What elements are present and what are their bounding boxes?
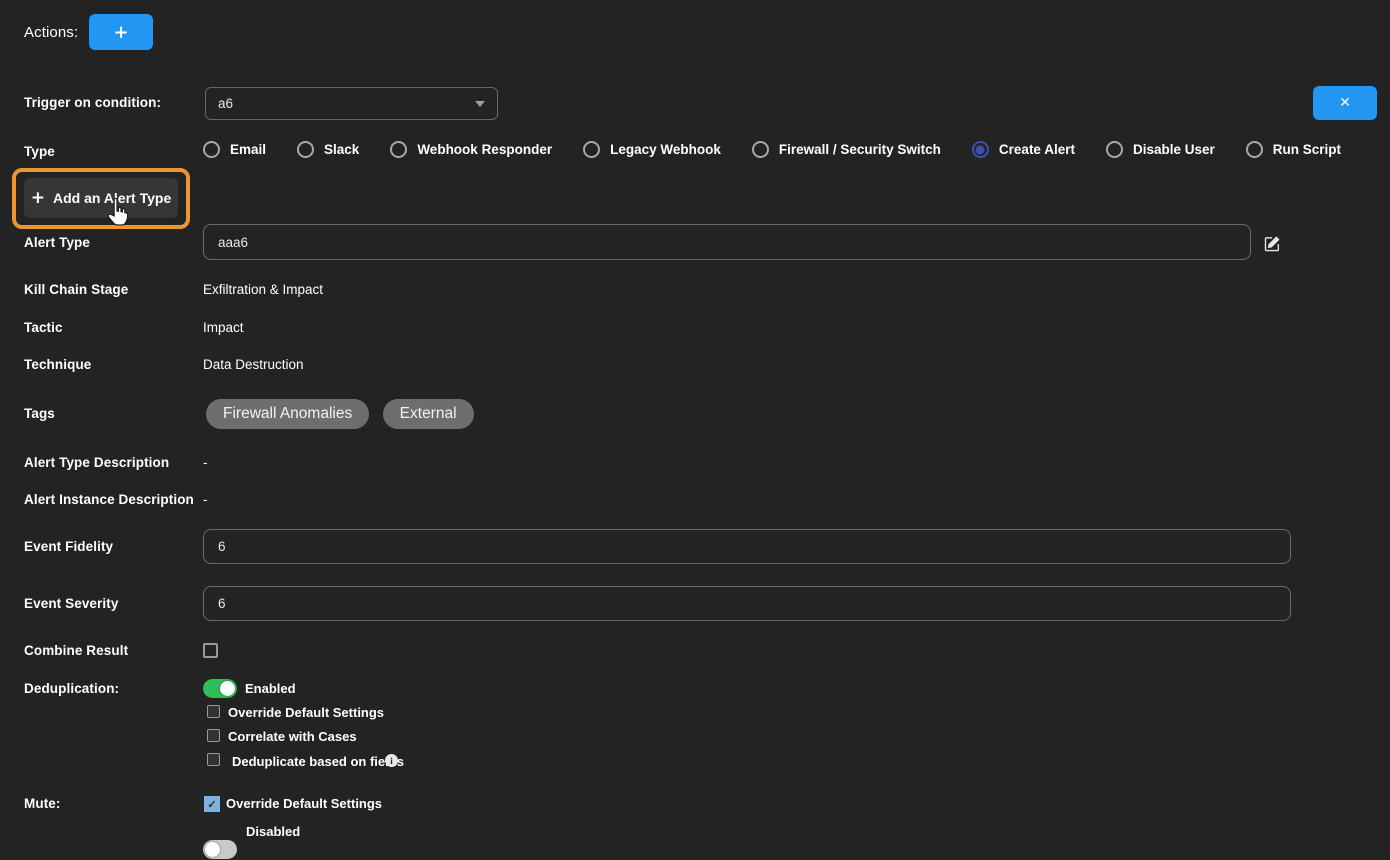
trigger-condition-select[interactable]: a6 — [205, 87, 498, 120]
alert-instance-description-label: Alert Instance Description — [24, 492, 194, 507]
info-icon[interactable]: i — [385, 754, 398, 767]
event-severity-input[interactable] — [203, 586, 1291, 621]
trigger-condition-label: Trigger on condition: — [24, 95, 161, 110]
radio-icon — [203, 141, 220, 158]
tags-list: Firewall Anomalies External — [206, 399, 483, 429]
actions-label: Actions: — [24, 24, 78, 41]
plus-icon: + — [113, 22, 128, 43]
trigger-condition-value: a6 — [218, 96, 233, 111]
type-radio-run-script[interactable]: Run Script — [1246, 141, 1341, 158]
hand-cursor-icon — [104, 197, 131, 227]
chevron-down-icon — [475, 101, 485, 107]
combine-result-label: Combine Result — [24, 643, 128, 658]
type-radio-create-alert[interactable]: Create Alert — [972, 141, 1075, 158]
type-label: Type — [24, 144, 55, 159]
tactic-value: Impact — [203, 320, 244, 335]
event-fidelity-label: Event Fidelity — [24, 539, 113, 554]
alert-type-description-label: Alert Type Description — [24, 455, 169, 470]
alert-type-input[interactable] — [203, 224, 1251, 260]
alert-instance-description-value: - — [203, 492, 208, 507]
kill-chain-stage-label: Kill Chain Stage — [24, 282, 128, 297]
check-icon: ✓ — [207, 798, 216, 811]
deduplication-label: Deduplication: — [24, 681, 119, 696]
radio-icon — [1246, 141, 1263, 158]
type-radio-webhook-responder[interactable]: Webhook Responder — [390, 141, 552, 158]
mute-toggle[interactable] — [203, 840, 237, 859]
radio-icon — [752, 141, 769, 158]
alert-action-config-panel: Actions: + Trigger on condition: a6 ✕ Ty… — [0, 0, 1390, 860]
radio-selected-icon — [972, 141, 989, 158]
mute-override-default-label: Override Default Settings — [226, 796, 382, 811]
tag-pill[interactable]: Firewall Anomalies — [206, 399, 369, 429]
tactic-label: Tactic — [24, 320, 63, 335]
close-icon: ✕ — [1339, 95, 1351, 111]
type-radio-legacy-webhook[interactable]: Legacy Webhook — [583, 141, 721, 158]
dedup-correlate-cases-checkbox[interactable] — [207, 729, 220, 742]
mute-override-default-checkbox[interactable]: ✓ — [204, 796, 220, 812]
type-radio-email[interactable]: Email — [203, 141, 266, 158]
radio-icon — [390, 141, 407, 158]
deduplication-toggle-state: Enabled — [245, 681, 296, 696]
alert-type-label: Alert Type — [24, 235, 90, 250]
toggle-knob — [220, 681, 235, 696]
add-action-button[interactable]: + — [89, 14, 153, 50]
technique-label: Technique — [24, 357, 91, 372]
dedup-correlate-cases-label: Correlate with Cases — [228, 729, 357, 744]
dedup-override-default-label: Override Default Settings — [228, 705, 384, 720]
tags-label: Tags — [24, 406, 55, 421]
dedup-override-default-checkbox[interactable] — [207, 705, 220, 718]
toggle-knob — [205, 842, 220, 857]
dedup-based-on-fields-label: Deduplicate based on fields — [232, 754, 404, 769]
mute-toggle-state: Disabled — [246, 824, 300, 839]
mute-label: Mute: — [24, 796, 61, 811]
plus-icon: + — [31, 188, 45, 208]
kill-chain-stage-value: Exfiltration & Impact — [203, 282, 323, 297]
radio-icon — [1106, 141, 1123, 158]
type-radio-firewall-security-switch[interactable]: Firewall / Security Switch — [752, 141, 941, 158]
event-fidelity-input[interactable] — [203, 529, 1291, 564]
tag-pill[interactable]: External — [383, 399, 474, 429]
technique-value: Data Destruction — [203, 357, 304, 372]
add-alert-type-button[interactable]: + Add an Alert Type — [24, 178, 178, 218]
edit-icon[interactable] — [1264, 235, 1281, 252]
type-radio-disable-user[interactable]: Disable User — [1106, 141, 1215, 158]
dedup-based-on-fields-checkbox[interactable] — [207, 753, 220, 766]
event-severity-label: Event Severity — [24, 596, 118, 611]
remove-action-button[interactable]: ✕ — [1313, 86, 1377, 120]
combine-result-checkbox[interactable] — [203, 643, 218, 658]
type-radio-group: Email Slack Webhook Responder Legacy Web… — [203, 141, 1341, 158]
alert-type-description-value: - — [203, 455, 208, 470]
type-radio-slack[interactable]: Slack — [297, 141, 359, 158]
deduplication-toggle[interactable] — [203, 679, 237, 698]
radio-icon — [297, 141, 314, 158]
radio-icon — [583, 141, 600, 158]
